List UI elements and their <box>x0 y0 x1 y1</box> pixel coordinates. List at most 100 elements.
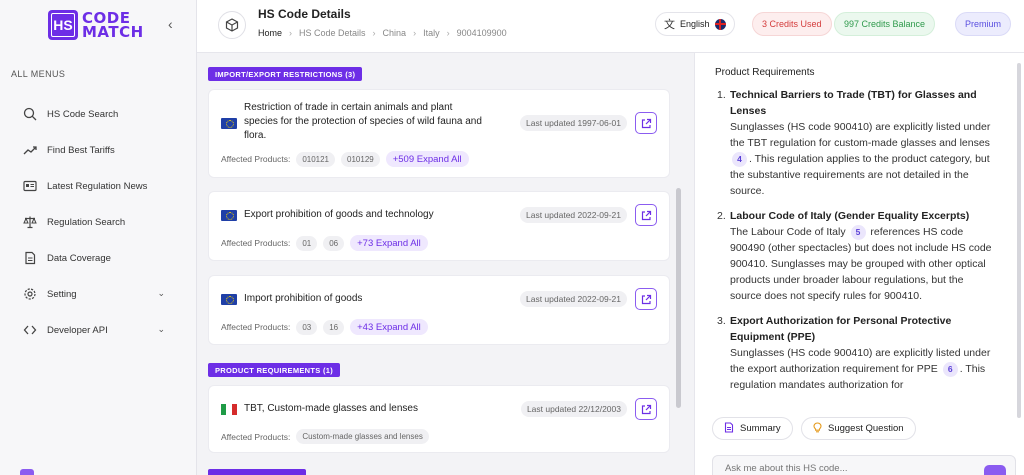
sidebar-item-label: Developer API <box>47 324 108 336</box>
affected-products: Affected Products: 010121 010129 +509 Ex… <box>221 151 469 167</box>
suggest-question-button[interactable]: Suggest Question <box>801 417 916 440</box>
sidebar-item-data-coverage[interactable]: Data Coverage <box>0 240 197 276</box>
italy-flag-icon <box>221 404 237 415</box>
product-chip[interactable]: 010121 <box>296 151 336 167</box>
document-icon <box>22 250 38 266</box>
requirement-heading: Labour Code of Italy (Gender Equality Ex… <box>730 210 970 222</box>
affected-label: Affected Products: <box>221 154 291 164</box>
restriction-title: Restriction of trade in certain animals … <box>244 102 482 141</box>
trend-icon <box>22 142 38 158</box>
last-updated-badge: Last updated 22/12/2003 <box>520 401 627 417</box>
lightbulb-icon <box>813 421 822 436</box>
expand-all-button[interactable]: +73 Expand All <box>350 235 428 251</box>
affected-products: Affected Products: Custom-made glasses a… <box>221 429 429 444</box>
restriction-title: Export prohibition of goods and technolo… <box>244 209 434 220</box>
logo[interactable]: HS CODE MATCH <box>48 10 144 40</box>
sidebar-item-find-best-tariffs[interactable]: Find Best Tariffs <box>0 132 197 168</box>
sidebar-item-latest-regulation-news[interactable]: Latest Regulation News <box>0 168 197 204</box>
requirement-heading: Technical Barriers to Trade (TBT) for Gl… <box>730 89 977 117</box>
breadcrumb-separator-icon: › <box>289 28 293 38</box>
ask-input[interactable] <box>712 455 1016 475</box>
summary-button[interactable]: Summary <box>712 417 793 440</box>
sidebar-item-label: Regulation Search <box>47 216 126 228</box>
requirement-heading: Export Authorization for Personal Protec… <box>730 315 952 343</box>
section-label-product-requirements: PRODUCT REQUIREMENTS (1) <box>208 363 341 377</box>
restriction-card: Import prohibition of goods Last updated… <box>208 275 670 345</box>
breadcrumb-hs-code: 9004109900 <box>456 28 507 38</box>
breadcrumb-italy[interactable]: Italy <box>423 28 440 38</box>
sidebar-item-regulation-search[interactable]: Regulation Search <box>0 204 197 240</box>
requirement-title: TBT, Custom-made glasses and lenses <box>244 403 418 414</box>
breadcrumb-separator-icon: › <box>413 28 417 38</box>
requirement-card: TBT, Custom-made glasses and lenses Last… <box>208 385 670 453</box>
menu-title: ALL MENUS <box>11 69 66 79</box>
sidebar-item-developer-api[interactable]: Developer API ⌄ <box>0 312 197 348</box>
credits-used-badge: 3 Credits Used <box>752 12 832 36</box>
page-title: HS Code Details <box>258 7 351 21</box>
product-chip[interactable]: 010129 <box>341 151 380 167</box>
citation-badge[interactable]: 5 <box>850 224 866 240</box>
list-scrollbar[interactable] <box>676 188 681 408</box>
expand-all-button[interactable]: +43 Expand All <box>350 319 428 335</box>
panel-title: Product Requirements <box>715 67 815 78</box>
credits-balance-badge: 997 Credits Balance <box>834 12 936 36</box>
external-link-icon[interactable] <box>635 204 657 226</box>
section-label-next <box>208 469 306 475</box>
product-chip[interactable]: 03 <box>296 319 318 335</box>
sidebar-item-hs-code-search[interactable]: HS Code Search <box>0 96 197 132</box>
product-chip[interactable]: 16 <box>323 319 345 335</box>
product-chip[interactable]: Custom-made glasses and lenses <box>296 429 429 444</box>
restriction-card: Export prohibition of goods and technolo… <box>208 191 670 261</box>
premium-badge[interactable]: Premium <box>955 12 1012 36</box>
affected-label: Affected Products: <box>221 238 291 248</box>
language-selector[interactable]: 文 English <box>655 12 735 36</box>
breadcrumb-hs-code-details[interactable]: HS Code Details <box>299 28 366 38</box>
external-link-icon[interactable] <box>635 288 657 310</box>
affected-label: Affected Products: <box>221 322 291 332</box>
citation-badge[interactable]: 4 <box>732 151 747 167</box>
code-icon <box>22 322 38 338</box>
restriction-title: Import prohibition of goods <box>244 293 363 304</box>
uk-flag-icon <box>714 18 726 30</box>
requirement-item: 1. Technical Barriers to Trade (TBT) for… <box>717 87 997 199</box>
requirements-list: 1. Technical Barriers to Trade (TBT) for… <box>717 87 997 412</box>
product-chip[interactable]: 01 <box>296 235 318 251</box>
affected-products: Affected Products: 01 06 +73 Expand All <box>221 235 428 251</box>
breadcrumb-china[interactable]: China <box>383 28 407 38</box>
sidebar-item-label: Find Best Tariffs <box>47 144 115 156</box>
product-requirements-panel: Product Requirements 1. Technical Barrie… <box>694 53 1024 475</box>
eu-flag-icon <box>221 294 237 305</box>
product-chip[interactable]: 06 <box>323 235 345 251</box>
expand-all-button[interactable]: +509 Expand All <box>385 151 469 167</box>
sidebar-item-setting[interactable]: Setting ⌄ <box>0 276 197 312</box>
sidebar-menu: HS Code Search Find Best Tariffs Latest … <box>0 96 197 348</box>
search-icon <box>22 106 38 122</box>
breadcrumb-separator-icon: › <box>446 28 450 38</box>
affected-products: Affected Products: 03 16 +43 Expand All <box>221 319 428 335</box>
sidebar-item-label: Setting <box>47 288 77 300</box>
requirement-item: 2. Labour Code of Italy (Gender Equality… <box>717 208 997 304</box>
breadcrumb-separator-icon: › <box>372 28 376 38</box>
citation-badge[interactable]: 6 <box>942 361 958 377</box>
restriction-card: Restriction of trade in certain animals … <box>208 89 670 178</box>
header: HS Code Details Home › HS Code Details ›… <box>197 0 1024 53</box>
panel-scrollbar[interactable] <box>1017 63 1021 418</box>
eu-flag-icon <box>221 118 237 129</box>
breadcrumb: Home › HS Code Details › China › Italy ›… <box>258 28 507 38</box>
send-button[interactable] <box>984 465 1006 475</box>
language-label: English <box>680 19 710 29</box>
breadcrumb-home[interactable]: Home <box>258 28 282 38</box>
collapse-sidebar-icon[interactable]: ‹ <box>168 16 173 32</box>
external-link-icon[interactable] <box>635 112 657 134</box>
news-icon <box>22 178 38 194</box>
affected-label: Affected Products: <box>221 431 291 442</box>
chevron-down-icon[interactable]: ⌄ <box>157 324 165 335</box>
external-link-icon[interactable] <box>635 398 657 420</box>
logo-text: CODE MATCH <box>82 9 144 41</box>
requirement-item: 3. Export Authorization for Personal Pro… <box>717 313 997 393</box>
section-label-import-export: IMPORT/EXPORT RESTRICTIONS (3) <box>208 67 363 81</box>
chevron-down-icon[interactable]: ⌄ <box>157 288 165 299</box>
scales-icon <box>22 214 38 230</box>
translate-icon: 文 <box>664 19 675 31</box>
restrictions-list: IMPORT/EXPORT RESTRICTIONS (3) Restricti… <box>197 53 694 475</box>
